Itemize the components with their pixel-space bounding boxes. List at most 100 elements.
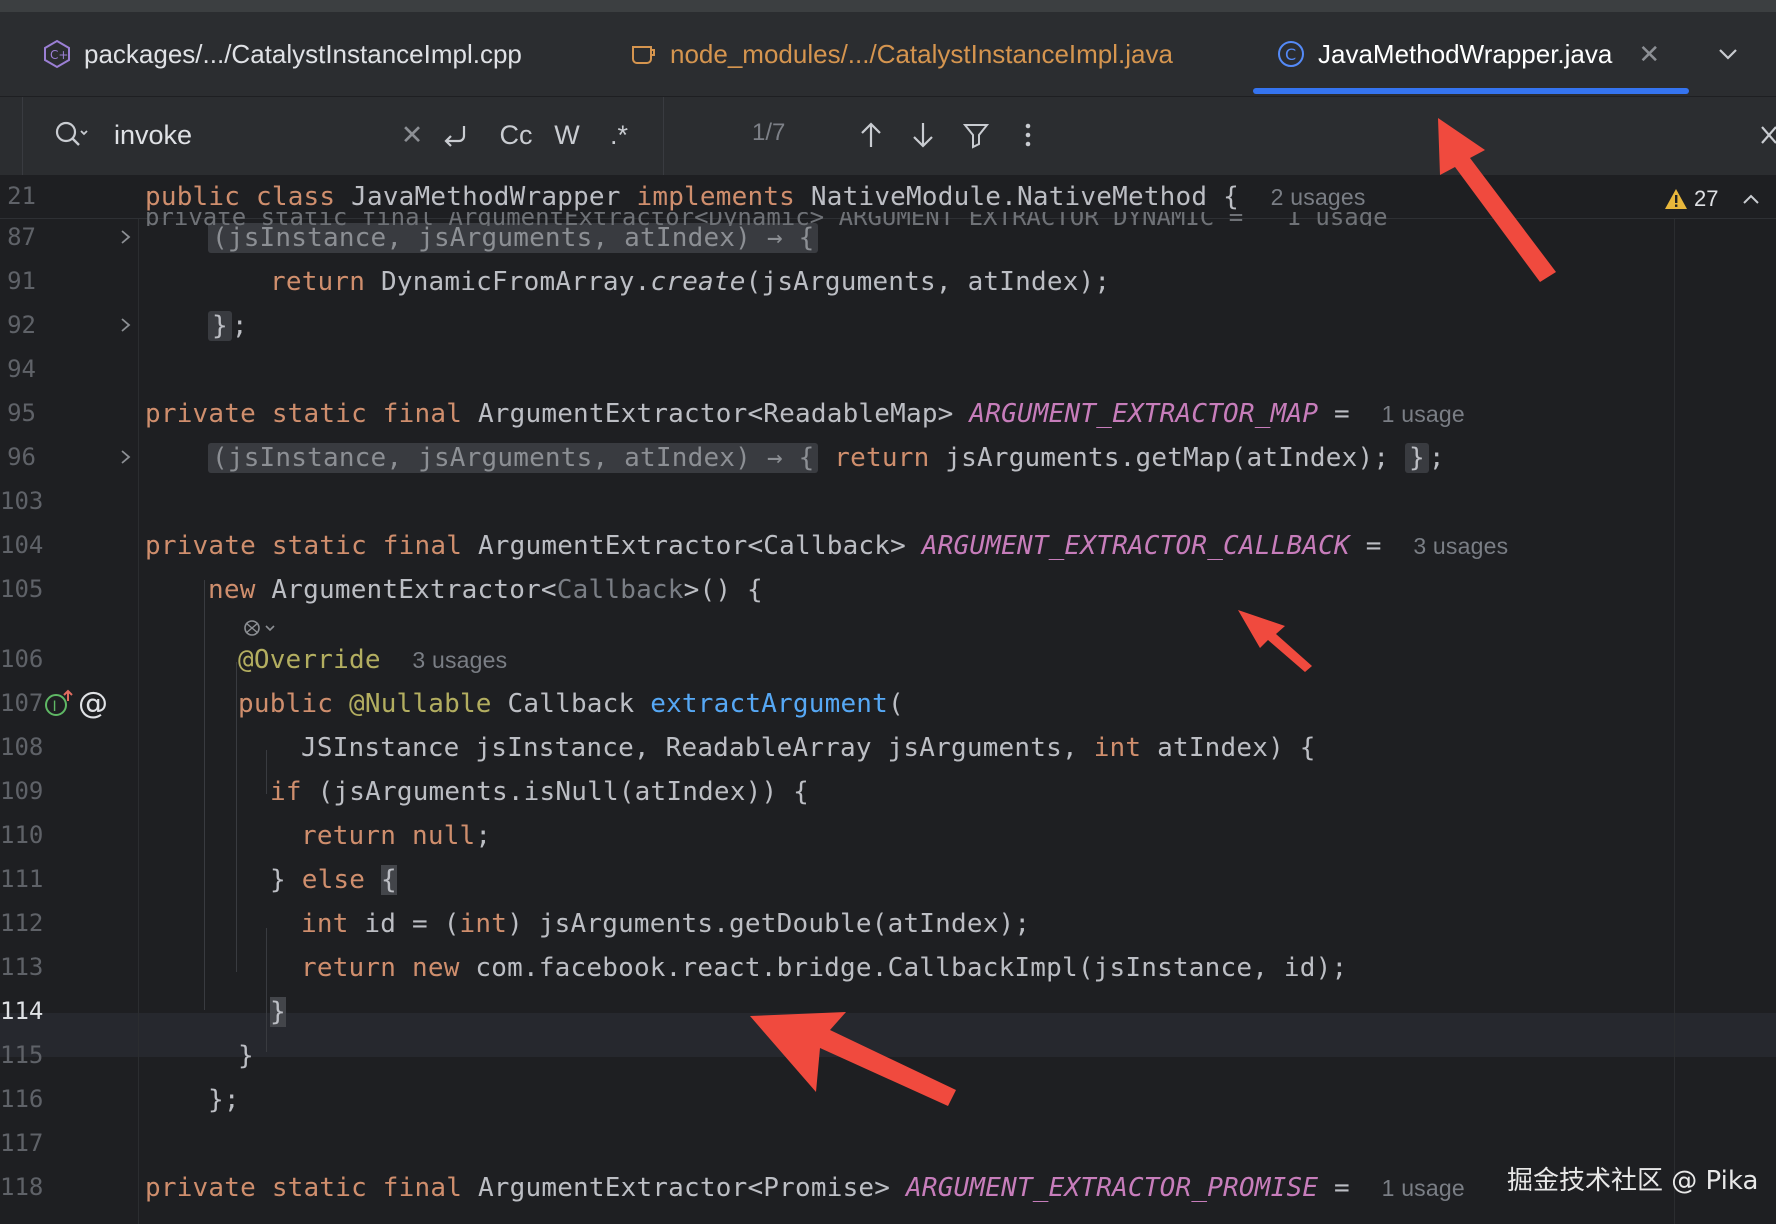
- at-annotation-gutter-icon[interactable]: @: [78, 686, 108, 721]
- svg-text:C+: C+: [50, 48, 68, 62]
- cpp-file-icon: C+: [42, 39, 72, 69]
- keyword: public: [145, 182, 241, 212]
- code-line[interactable]: 92 };: [0, 305, 1776, 349]
- code-line[interactable]: 109 if (jsArguments.isNull(atIndex)) {: [0, 771, 1776, 815]
- code-text: public @Nullable Callback extractArgumen…: [238, 687, 904, 721]
- line-number: 92: [7, 311, 36, 339]
- line-number: 107: [0, 689, 44, 717]
- field-name: ARGUMENT_EXTRACTOR_CALLBACK: [921, 531, 1350, 561]
- code-token: >() {: [683, 575, 763, 605]
- line-number: 94: [7, 355, 36, 383]
- fold-chevron-icon[interactable]: [117, 226, 135, 248]
- tab-label: packages/.../CatalystInstanceImpl.cpp: [84, 38, 522, 69]
- code-text: }: [270, 995, 286, 1029]
- code-editor[interactable]: private static final ArgumentExtractor< D…: [0, 176, 1776, 1224]
- code-line[interactable]: 112 int id = (int) jsArguments.getDouble…: [0, 903, 1776, 947]
- previous-occurrence-icon[interactable]: [856, 115, 886, 155]
- code-token: com.facebook.react.bridge.CallbackImpl(j…: [475, 953, 1348, 983]
- code-line[interactable]: 104 private static final ArgumentExtract…: [0, 525, 1776, 569]
- tab-label: JavaMethodWrapper.java: [1318, 38, 1613, 69]
- usages-hint[interactable]: 3 usages: [412, 647, 507, 673]
- java-class-icon: C: [1276, 39, 1306, 69]
- code-token: =: [1334, 399, 1350, 429]
- clear-search-icon[interactable]: ✕: [398, 115, 426, 155]
- keyword: int: [1093, 733, 1142, 763]
- keyword: private static final: [145, 1173, 463, 1203]
- keyword: else: [301, 865, 366, 895]
- line-number: 109: [0, 777, 44, 805]
- method-call: create: [650, 267, 746, 297]
- search-input[interactable]: [114, 117, 384, 153]
- search-divider: [663, 97, 664, 175]
- close-tab-icon[interactable]: ✕: [1638, 39, 1660, 70]
- more-options-icon[interactable]: [1014, 115, 1042, 155]
- code-line[interactable]: 91 return DynamicFromArray.create(jsArgu…: [0, 261, 1776, 305]
- inspection-widget[interactable]: 27: [1664, 186, 1762, 212]
- fold-chevron-icon[interactable]: [117, 446, 135, 468]
- code-line[interactable]: 95 private static final ArgumentExtracto…: [0, 393, 1776, 437]
- code-line[interactable]: 111 } else {: [0, 859, 1776, 903]
- code-line[interactable]: 96 (jsInstance, jsArguments, atIndex) → …: [0, 437, 1776, 481]
- folded-brace: }: [1405, 443, 1429, 473]
- sticky-hidden-line: private static final ArgumentExtractor<D…: [145, 212, 1388, 226]
- keyword: int: [459, 909, 508, 939]
- code-text: (jsInstance, jsArguments, atIndex) → {: [208, 221, 819, 255]
- keyword: int: [301, 909, 349, 939]
- line-number: 106: [0, 645, 44, 673]
- usages-hint[interactable]: 1 usage: [1382, 1175, 1465, 1201]
- keyword: return: [834, 443, 930, 473]
- usages-hint[interactable]: 1 usage: [1382, 401, 1465, 427]
- keyword: return: [301, 821, 397, 851]
- fold-chevron-icon[interactable]: [117, 314, 135, 336]
- code-line[interactable]: 108 JSInstance jsInstance, ReadableArray…: [0, 727, 1776, 771]
- implements-gutter-icon[interactable]: I: [44, 689, 74, 723]
- line-number: 117: [0, 1129, 44, 1157]
- code-line[interactable]: 105 new ArgumentExtractor<Callback>() {: [0, 569, 1776, 613]
- keyword: public: [238, 689, 334, 719]
- code-line-current[interactable]: 114 }: [0, 991, 1776, 1035]
- usages-hint[interactable]: 3 usages: [1413, 533, 1508, 559]
- svg-text:C: C: [1285, 45, 1296, 64]
- tab-catalyst-cpp[interactable]: C+ packages/.../CatalystInstanceImpl.cpp: [42, 32, 522, 76]
- tab-javamethodwrapper[interactable]: C JavaMethodWrapper.java ✕: [1276, 32, 1660, 76]
- type-name: ArgumentExtractor<Callback>: [477, 531, 906, 561]
- code-token: }: [270, 865, 286, 895]
- folded-lambda[interactable]: (jsInstance, jsArguments, atIndex) → {: [208, 223, 819, 253]
- new-line-icon[interactable]: [438, 115, 472, 155]
- code-text: return null;: [301, 819, 491, 853]
- code-text: private static final ArgumentExtractor<R…: [145, 397, 1465, 431]
- code-line[interactable]: 106 @Override 3 usages: [0, 639, 1776, 683]
- code-line[interactable]: 116 };: [0, 1079, 1776, 1123]
- close-search-icon[interactable]: [1752, 115, 1776, 155]
- line-number: 95: [7, 399, 36, 427]
- code-line[interactable]: 113 return new com.facebook.react.bridge…: [0, 947, 1776, 991]
- line-number: 103: [0, 487, 44, 515]
- line-number: 105: [0, 575, 44, 603]
- line-number: 114: [0, 997, 44, 1025]
- folded-lambda[interactable]: (jsInstance, jsArguments, atIndex) → {: [208, 443, 819, 473]
- filter-icon[interactable]: [960, 115, 992, 155]
- code-line[interactable]: 115 }: [0, 1035, 1776, 1079]
- match-case-button[interactable]: Cc: [496, 115, 536, 155]
- sticky-class-header[interactable]: private static final ArgumentExtractor<D…: [0, 176, 1776, 226]
- code-token: JSInstance jsInstance, ReadableArray jsA…: [301, 733, 1078, 763]
- chevron-up-icon[interactable]: [1740, 188, 1762, 210]
- regex-button[interactable]: .*: [604, 115, 634, 155]
- field-name: ARGUMENT_EXTRACTOR_PROMISE: [905, 1173, 1319, 1203]
- chevron-down-icon[interactable]: [1714, 40, 1742, 68]
- words-button[interactable]: W: [552, 115, 582, 155]
- tab-catalyst-java[interactable]: node_modules/.../CatalystInstanceImpl.ja…: [628, 32, 1173, 76]
- matched-brace: }: [270, 997, 286, 1027]
- code-text: (jsInstance, jsArguments, atIndex) → { r…: [208, 441, 1445, 475]
- code-line[interactable]: 94: [0, 349, 1776, 393]
- annotation: @Override: [238, 645, 381, 675]
- line-number: 116: [0, 1085, 44, 1113]
- next-occurrence-icon[interactable]: [908, 115, 938, 155]
- code-text: private static final ArgumentExtractor<C…: [145, 529, 1508, 563]
- search-history-icon[interactable]: [52, 117, 92, 153]
- code-line[interactable]: 110 return null;: [0, 815, 1776, 859]
- code-line[interactable]: 103: [0, 481, 1776, 525]
- usages-hint[interactable]: 2 usages: [1271, 184, 1366, 210]
- code-line[interactable]: 107 I @ public @Nullable Callback extrac…: [0, 683, 1776, 727]
- keyword: return: [270, 267, 366, 297]
